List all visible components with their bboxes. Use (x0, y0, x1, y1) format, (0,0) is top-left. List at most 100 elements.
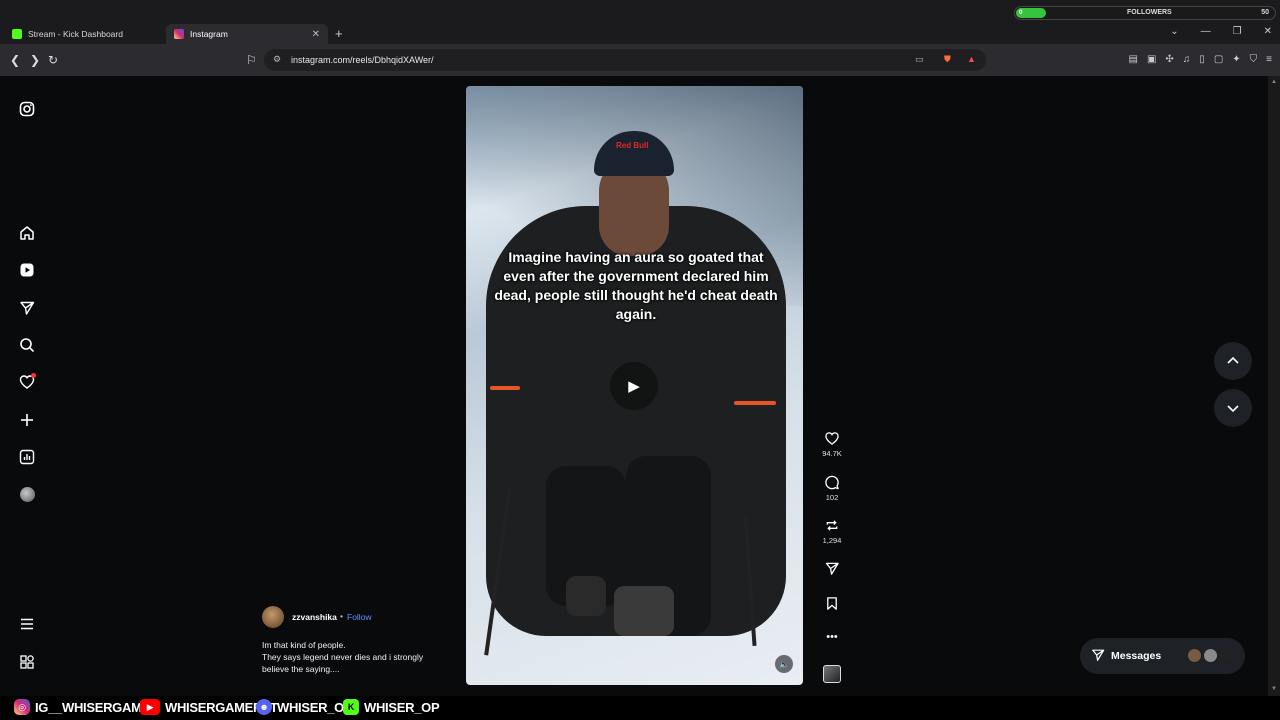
cap-logo: Red Bull (616, 141, 649, 150)
site-info-icon[interactable]: ⚙ (273, 54, 281, 65)
brave-rewards-icon[interactable]: ▲ (967, 54, 976, 64)
also-from-meta-icon[interactable] (17, 652, 37, 672)
back-button[interactable]: ❮ (10, 53, 20, 67)
messages-button[interactable]: Messages (1080, 638, 1245, 674)
reels-icon[interactable] (17, 260, 37, 280)
more-menu-icon[interactable] (17, 614, 37, 634)
repost-count: 1,294 (822, 536, 842, 545)
instagram-reels-page: Red Bull Imagine having an aura so goate… (0, 76, 1268, 696)
message-avatar (1203, 648, 1218, 663)
bookmark-icon[interactable]: ⚐ (246, 53, 257, 67)
messages-label: Messages (1111, 650, 1162, 662)
climber-boot (566, 576, 606, 616)
page-scrollbar[interactable]: ▲ ▼ (1268, 76, 1280, 696)
more-options-button[interactable]: ••• (812, 631, 852, 647)
comment-icon (812, 475, 852, 491)
menu-icon[interactable]: ≡ (1266, 54, 1272, 65)
comment-button[interactable]: 102 (812, 475, 852, 502)
followers-goal-widget: 0 FOLLOWERS 50 (1014, 6, 1276, 20)
url-text[interactable]: instagram.com/reels/DbhqidXAWer/ (291, 55, 434, 65)
wallet-icon[interactable]: ▢ (1214, 54, 1223, 65)
repost-icon (812, 518, 852, 534)
puzzle-icon[interactable]: ✣ (1165, 54, 1173, 65)
extensions-area: ▤ ▣ ✣ ♫ ▯ ▢ ✦ ⛉ ≡ (1129, 54, 1273, 65)
scroll-down-icon[interactable]: ▼ (1271, 686, 1277, 692)
message-avatar (1219, 648, 1234, 663)
like-button[interactable]: 94.7K (812, 431, 852, 458)
youtube-icon: ▶ (140, 699, 160, 715)
tab-title: Instagram (190, 29, 228, 39)
discord-icon: ☻ (256, 699, 272, 715)
stream-social-overlay: ◎ IG__WHISERGAMER ▶ WHISERGAMERYT ☻ WHIS… (0, 696, 1280, 720)
heart-icon (812, 431, 852, 447)
tab-title: Stream - Kick Dashboard (28, 29, 123, 39)
instagram-logo-icon[interactable] (17, 99, 37, 119)
notifications-heart-icon[interactable] (17, 372, 37, 392)
vpn-icon[interactable]: ⛉ (1250, 54, 1258, 65)
mute-icon[interactable]: 🔈 (775, 655, 793, 673)
extension-icon[interactable]: ▤ (1129, 54, 1138, 65)
follow-button[interactable]: Follow (347, 612, 372, 622)
like-count: 94.7K (822, 449, 842, 458)
address-bar[interactable]: ⚙ instagram.com/reels/DbhqidXAWer/ ▭ ⛊ ▲ (264, 49, 986, 71)
caption-line: Im that kind of people. (262, 640, 346, 650)
next-reel-button[interactable] (1214, 389, 1252, 427)
music-icon[interactable]: ♫ (1183, 54, 1191, 65)
create-plus-icon[interactable] (17, 410, 37, 430)
tab-kick-dashboard[interactable]: Stream - Kick Dashboard (4, 24, 164, 44)
restore-button[interactable]: ❐ (1233, 26, 1242, 37)
kick-handle-text: WHISER_OP (364, 699, 440, 715)
author-username[interactable]: zzvanshika (292, 612, 337, 622)
audio-thumbnail[interactable] (823, 665, 841, 683)
share-button[interactable] (812, 561, 852, 577)
brave-shield-icon[interactable]: ⛊ (944, 54, 951, 65)
repost-button[interactable]: 1,294 (812, 518, 852, 545)
profile-avatar[interactable] (17, 484, 37, 504)
comment-count: 102 (825, 493, 839, 502)
followers-goal: 50 (1261, 9, 1269, 16)
reel-video[interactable]: Red Bull Imagine having an aura so goate… (466, 86, 803, 685)
sidebar-toggle-icon[interactable]: ▯ (1199, 54, 1205, 65)
reel-caption-overlay: Imagine having an aura so goated that ev… (494, 249, 778, 322)
save-button[interactable] (812, 596, 852, 612)
tab-instagram[interactable]: Instagram ✕ (166, 24, 328, 44)
search-icon[interactable] (17, 335, 37, 355)
browser-tab-bar: 0 FOLLOWERS 50 Stream - Kick Dashboard I… (0, 0, 1280, 44)
extension-icon[interactable]: ▣ (1147, 54, 1156, 65)
reload-button[interactable]: ↻ (48, 53, 58, 67)
tab-close-icon[interactable]: ✕ (312, 29, 320, 40)
author-avatar[interactable] (262, 606, 284, 628)
send-icon (1091, 648, 1105, 665)
new-tab-button[interactable]: + (335, 26, 343, 41)
window-controls: ⌄ — ❐ ✕ (1170, 26, 1272, 37)
tab-search-icon[interactable]: ⌄ (1170, 26, 1178, 37)
ellipsis-icon: ••• (826, 631, 838, 643)
bookmark-icon (812, 596, 852, 612)
instagram-icon: ◎ (14, 699, 30, 715)
jacket-stripe (734, 401, 776, 405)
play-button[interactable]: ▶ (610, 362, 658, 410)
home-icon[interactable] (17, 223, 37, 243)
previous-reel-button[interactable] (1214, 342, 1252, 380)
jacket-stripe (490, 386, 520, 390)
followers-current: 0 (1019, 9, 1023, 16)
climber-boot (614, 586, 674, 636)
ai-icon[interactable]: ✦ (1232, 54, 1240, 65)
kick-handle: K WHISER_OP (343, 699, 440, 715)
followers-label: FOLLOWERS (1127, 9, 1172, 16)
message-avatar (1187, 648, 1202, 663)
sidebar-nav (0, 76, 54, 696)
notification-dot (31, 373, 36, 378)
caption-line: believe the saying.... (262, 664, 340, 674)
separator-dot: • (340, 611, 343, 621)
minimize-button[interactable]: — (1201, 26, 1211, 37)
send-icon (812, 561, 852, 577)
direct-messages-icon[interactable] (17, 298, 37, 318)
caption-line: They says legend never dies and i strong… (262, 652, 424, 662)
discord-handle: ☻ WHISER_OP (256, 699, 353, 715)
forward-button[interactable]: ❯ (30, 53, 40, 67)
dashboard-icon[interactable] (17, 447, 37, 467)
scroll-up-icon[interactable]: ▲ (1271, 79, 1277, 85)
close-window-button[interactable]: ✕ (1264, 26, 1272, 37)
cast-icon[interactable]: ▭ (915, 54, 924, 65)
